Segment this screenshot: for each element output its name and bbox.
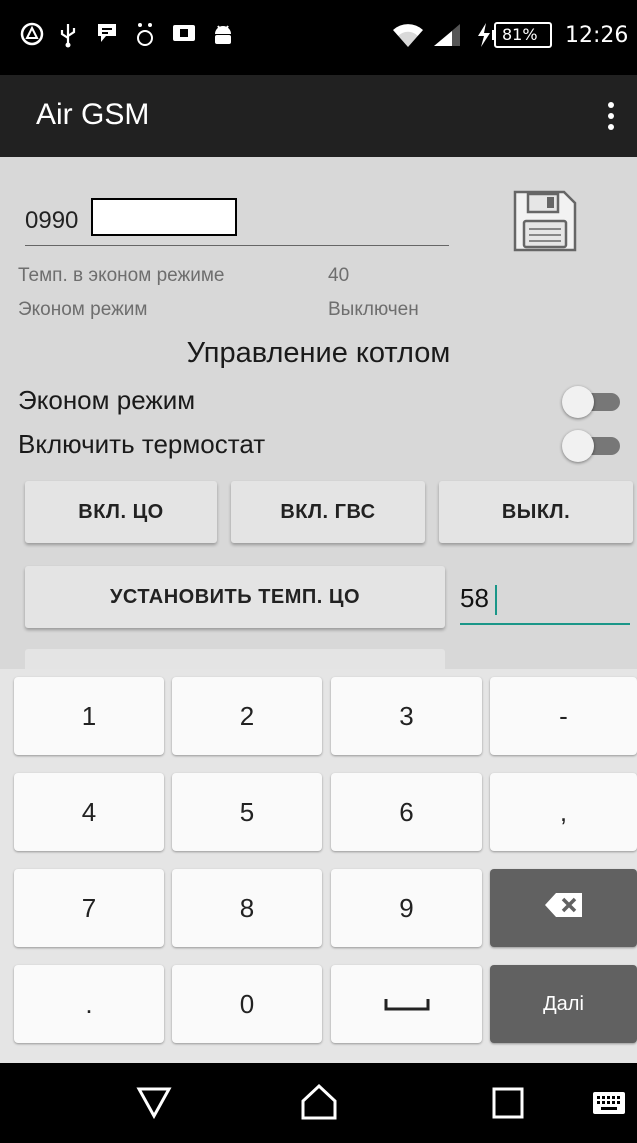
phone-number-field[interactable]: 0990: [25, 197, 449, 246]
key-3[interactable]: 3: [331, 677, 482, 755]
key-6[interactable]: 6: [331, 773, 482, 851]
home-icon[interactable]: [300, 1083, 338, 1126]
more-vertical-icon[interactable]: [596, 95, 626, 139]
wifi-icon: [392, 22, 424, 56]
android-icon: [212, 22, 234, 56]
main-content: 0990 Темп. в эконом режиме 40 Эконом реж…: [0, 157, 637, 669]
numeric-keyboard: 1 2 3 - 4 5 6 , 7 8 9 . 0 Далі: [0, 669, 637, 1063]
off-button[interactable]: ВЫКЛ.: [439, 481, 633, 543]
key-period[interactable]: .: [14, 965, 164, 1043]
charging-icon: [476, 22, 492, 56]
app-title: Air GSM: [36, 98, 150, 131]
space-key[interactable]: [331, 965, 482, 1043]
section-title: Управление котлом: [186, 337, 451, 369]
key-comma[interactable]: ,: [490, 773, 637, 851]
notification-icon: [96, 22, 118, 52]
redacted-box: [91, 198, 237, 236]
eco-temp-value: 40: [328, 265, 350, 286]
key-1[interactable]: 1: [14, 677, 164, 755]
backspace-key[interactable]: [490, 869, 637, 947]
partially-hidden-button[interactable]: [25, 649, 445, 669]
eco-mode-switch-label: Эконом режим: [18, 385, 196, 415]
key-9[interactable]: 9: [331, 869, 482, 947]
set-temp-button[interactable]: УСТАНОВИТЬ ТЕМП. ЦО: [25, 566, 445, 628]
phone-number-text: 0990: [25, 207, 79, 234]
battery-icon: 81%: [492, 20, 554, 50]
back-icon[interactable]: [136, 1085, 172, 1124]
key-minus[interactable]: -: [490, 677, 637, 755]
space-icon: [383, 989, 431, 1020]
eco-mode-switch[interactable]: [562, 384, 620, 418]
key-0[interactable]: 0: [172, 965, 322, 1043]
cell-signal-icon: [432, 22, 462, 56]
eco-mode-label: Эконом режим: [18, 299, 148, 320]
hot-water-on-button[interactable]: ВКЛ. ГВС: [231, 481, 425, 543]
next-key[interactable]: Далі: [490, 965, 637, 1043]
heating-on-button[interactable]: ВКЛ. ЦО: [25, 481, 217, 543]
save-floppy-icon[interactable]: [512, 189, 578, 253]
clock-time: 12:26: [565, 23, 629, 48]
text-cursor: [495, 585, 497, 615]
temperature-input[interactable]: 58: [460, 579, 630, 625]
eco-mode-value: Выключен: [328, 299, 419, 320]
navigation-bar: [0, 1063, 637, 1143]
key-5[interactable]: 5: [172, 773, 322, 851]
bug-icon: [134, 22, 156, 56]
battery-level-text: 81%: [502, 25, 538, 44]
temperature-value: 58: [460, 583, 489, 613]
key-7[interactable]: 7: [14, 869, 164, 947]
key-8[interactable]: 8: [172, 869, 322, 947]
eco-temp-label: Темп. в эконом режиме: [18, 265, 225, 286]
thermostat-switch[interactable]: [562, 428, 620, 462]
status-bar: 81% 12:26: [0, 0, 637, 75]
key-4[interactable]: 4: [14, 773, 164, 851]
key-2[interactable]: 2: [172, 677, 322, 755]
backspace-icon: [544, 891, 584, 926]
usb-icon: [58, 22, 78, 56]
app-toolbar: Air GSM: [0, 75, 637, 157]
warning-circle-icon: [20, 22, 44, 54]
sim-icon: [172, 22, 196, 52]
recent-apps-icon[interactable]: [492, 1087, 524, 1124]
keyboard-switch-icon[interactable]: [592, 1091, 626, 1120]
thermostat-switch-label: Включить термостат: [18, 429, 266, 459]
